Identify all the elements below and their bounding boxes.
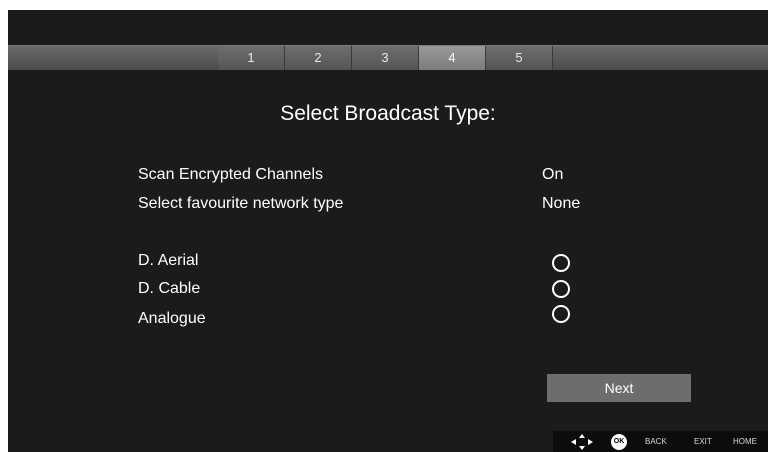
step-1: 1 <box>218 46 285 70</box>
remote-hint-bar: OK BACK EXIT HOME <box>553 431 768 452</box>
d-aerial-label[interactable]: D. Aerial <box>138 252 198 270</box>
favourite-network-value[interactable]: None <box>542 195 580 213</box>
scan-encrypted-value[interactable]: On <box>542 166 563 184</box>
favourite-network-label[interactable]: Select favourite network type <box>138 195 343 213</box>
step-2: 2 <box>285 46 352 70</box>
page-title: Select Broadcast Type: <box>280 102 496 125</box>
step-5: 5 <box>486 46 553 70</box>
back-hint: BACK <box>645 437 667 446</box>
next-button[interactable]: Next <box>547 374 691 402</box>
analogue-radio[interactable] <box>552 305 570 323</box>
scan-encrypted-label[interactable]: Scan Encrypted Channels <box>138 166 323 184</box>
d-aerial-radio[interactable] <box>552 254 570 272</box>
step-4: 4 <box>419 46 486 70</box>
tv-setup-screen: 1 2 3 4 5 Select Broadcast Type: Scan En… <box>8 10 768 452</box>
exit-hint: EXIT <box>694 437 712 446</box>
step-3: 3 <box>352 46 419 70</box>
home-hint: HOME <box>733 437 757 446</box>
dpad-icon <box>571 434 593 450</box>
step-progress-bar: 1 2 3 4 5 <box>8 45 768 70</box>
step-list: 1 2 3 4 5 <box>218 46 553 70</box>
analogue-label[interactable]: Analogue <box>138 310 206 328</box>
d-cable-radio[interactable] <box>552 280 570 298</box>
d-cable-label[interactable]: D. Cable <box>138 280 200 298</box>
ok-icon: OK <box>611 434 627 450</box>
